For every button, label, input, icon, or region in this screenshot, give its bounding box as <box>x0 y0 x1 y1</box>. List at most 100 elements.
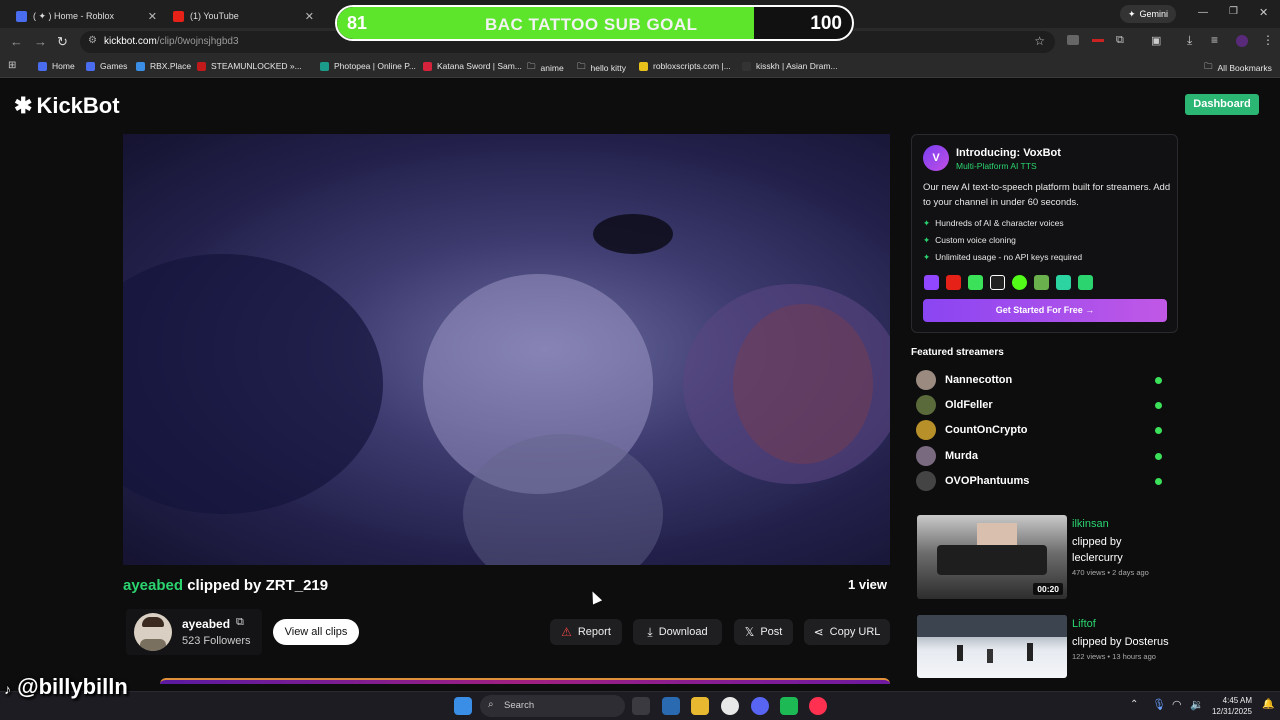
bookmarks-bar: ⊞ Home Games RBX.Place STEAMUNLOCKED »..… <box>0 56 1280 78</box>
clip-channel[interactable]: Liftof <box>1072 618 1096 630</box>
bookmark-label: Games <box>100 61 128 71</box>
extension-icon[interactable] <box>1092 39 1104 42</box>
clip-thumbnail[interactable] <box>917 615 1067 678</box>
menu-icon[interactable]: ⋮ <box>1262 33 1274 47</box>
bookmark-item[interactable]: Katana Sword | Sam... <box>423 61 522 71</box>
tab-youtube[interactable]: (1) YouTube ✕ <box>165 4 320 28</box>
bookmark-item[interactable]: kisskh | Asian Dram... <box>742 61 838 71</box>
clip-thumbnail[interactable]: 00:20 <box>917 515 1067 599</box>
get-started-button[interactable]: Get Started For Free → <box>923 299 1167 322</box>
sparkle-icon: ✦ <box>923 252 931 262</box>
site-info-icon[interactable]: ⚙ <box>88 35 97 46</box>
window-close-icon[interactable]: ✕ <box>1259 6 1268 19</box>
copy-url-button[interactable]: ⋖ Copy URL <box>804 619 890 645</box>
chevron-up-icon[interactable]: ⌃ <box>1130 699 1138 710</box>
voxbot-logo-icon: V <box>923 145 949 171</box>
bookmark-label: Home <box>52 61 75 71</box>
sparkle-icon: ✦ <box>923 218 931 228</box>
volume-icon[interactable]: 🔉 <box>1190 698 1204 711</box>
creator-name[interactable]: ayeabed <box>182 617 230 631</box>
side-panel-icon[interactable]: ▣ <box>1151 34 1161 47</box>
extension-icon[interactable] <box>1067 35 1079 45</box>
streamer-avatar <box>916 471 936 491</box>
bookmark-label: robloxscripts.com |... <box>653 61 731 71</box>
related-clip[interactable]: Liftof clipped by Dosterus 122 views • 1… <box>917 615 1172 699</box>
promo-feature: ✦ Unlimited usage - no API keys required <box>923 252 1082 263</box>
clip-title: ayeabed clipped by ZRT_219 <box>123 577 328 594</box>
steamunlocked-icon <box>197 61 206 71</box>
taskbar-search[interactable]: ⌕ Search <box>480 695 625 717</box>
restore-icon[interactable]: ❐ <box>1229 6 1238 17</box>
taskbar-clock[interactable]: 4:45 AM 12/31/2025 <box>1208 695 1252 717</box>
clip-duration: 00:20 <box>1033 583 1063 595</box>
stream-overlay-bar <box>160 678 890 684</box>
kickbot-logo[interactable]: ✱ KickBot <box>14 93 120 119</box>
microphone-icon[interactable]: 🎙 <box>1152 698 1166 711</box>
goal-current: 81 <box>347 13 368 33</box>
featured-streamer[interactable]: OVOPhantuums <box>916 471 1166 491</box>
widgets-icon[interactable] <box>662 697 680 715</box>
clip-meta: 122 views • 13 hours ago <box>1072 652 1156 661</box>
tiktok-icon <box>990 275 1005 290</box>
bookmark-item[interactable]: STEAMUNLOCKED »... <box>197 61 302 71</box>
post-button[interactable]: 𝕏 Post <box>734 619 793 645</box>
bookmark-item[interactable]: robloxscripts.com |... <box>639 61 731 71</box>
apps-grid-icon[interactable]: ⊞ <box>8 60 16 71</box>
featured-streamer[interactable]: CountOnCrypto <box>916 420 1166 440</box>
clip-channel-link[interactable]: ayeabed <box>123 577 183 594</box>
kickbot-page: ✱ KickBot Dashboard ayeabed clipped by Z… <box>0 79 1280 691</box>
promo-title: Introducing: VoxBot <box>956 147 1061 159</box>
windows-start-icon[interactable] <box>454 697 472 715</box>
mouse-app-icon[interactable] <box>632 697 650 715</box>
clip-video-player[interactable] <box>123 134 890 565</box>
wifi-icon[interactable]: ◠ <box>1172 698 1182 711</box>
clock-date: 12/31/2025 <box>1211 707 1252 716</box>
featured-streamer[interactable]: Nannecotton <box>916 370 1166 390</box>
profile-avatar[interactable] <box>1236 35 1248 47</box>
live-indicator <box>1155 478 1162 485</box>
bookmark-star-icon[interactable]: ☆ <box>1034 34 1045 48</box>
app-icon[interactable] <box>780 697 798 715</box>
download-button[interactable]: ⤓ Download <box>633 619 722 645</box>
bookmark-item[interactable]: Games <box>86 61 127 71</box>
view-all-clips-button[interactable]: View all clips <box>273 619 359 645</box>
bookmark-label: Photopea | Online P... <box>334 61 416 71</box>
gemini-button[interactable]: ✦ Gemini <box>1120 5 1176 23</box>
rbxplace-icon <box>136 61 145 71</box>
forward-icon[interactable]: → <box>34 34 47 49</box>
youtube-icon <box>946 275 961 290</box>
discord-icon[interactable] <box>751 697 769 715</box>
notification-icon[interactable]: 🔔 <box>1262 699 1274 710</box>
roblox-icon <box>38 61 47 71</box>
url-host: kickbot.com <box>104 36 157 47</box>
opera-icon[interactable] <box>809 697 827 715</box>
file-explorer-icon[interactable] <box>691 697 709 715</box>
extensions-puzzle-icon[interactable]: ⧉ <box>1116 34 1124 47</box>
related-clip[interactable]: 00:20 ilkinsan clipped by leclercurry 47… <box>917 515 1172 599</box>
promo-feature: ✦ Hundreds of AI & character voices <box>923 218 1064 229</box>
reading-list-icon[interactable]: ≡ <box>1211 33 1218 47</box>
bookmark-item[interactable]: RBX.Place <box>136 61 191 71</box>
dashboard-button[interactable]: Dashboard <box>1185 94 1259 115</box>
bookmark-folder[interactable]: 🗀 hello kitty <box>577 61 626 75</box>
sparkle-icon: ✦ <box>923 235 931 245</box>
external-link-icon[interactable]: ⧉ <box>236 616 244 629</box>
tab-roblox[interactable]: ( ✦ ) Home - Roblox ✕ <box>8 4 163 28</box>
creator-card[interactable]: ayeabed ⧉ 523 Followers <box>126 609 262 655</box>
clip-channel[interactable]: ilkinsan <box>1072 518 1109 530</box>
report-button[interactable]: ⚠ Report <box>550 619 622 645</box>
all-bookmarks[interactable]: 🗀 All Bookmarks <box>1204 61 1272 75</box>
close-icon[interactable]: ✕ <box>148 10 157 23</box>
chrome-icon[interactable] <box>721 697 739 715</box>
back-icon[interactable]: ← <box>10 34 23 49</box>
close-icon[interactable]: ✕ <box>305 10 314 23</box>
minimize-icon[interactable]: — <box>1198 7 1208 18</box>
download-icon[interactable]: ⤓ <box>1187 33 1192 48</box>
bookmark-folder[interactable]: 🗀 anime <box>527 61 564 75</box>
bookmark-item[interactable]: Photopea | Online P... <box>320 61 416 71</box>
featured-streamer[interactable]: OldFeller <box>916 395 1166 415</box>
streamer-name: Nannecotton <box>945 374 1013 386</box>
featured-streamer[interactable]: Murda <box>916 446 1166 466</box>
reload-icon[interactable]: ↻ <box>57 34 68 50</box>
bookmark-item[interactable]: Home <box>38 61 75 71</box>
